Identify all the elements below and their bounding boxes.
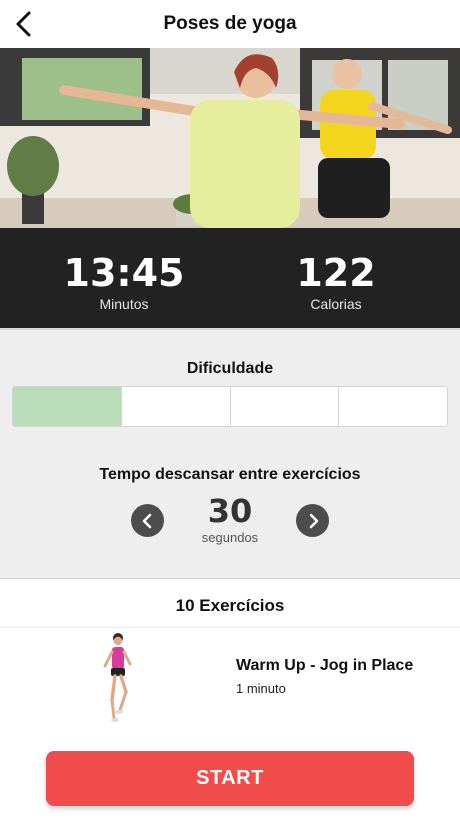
increase-rest-button[interactable] bbox=[296, 504, 329, 537]
difficulty-level-4[interactable] bbox=[339, 387, 447, 426]
difficulty-selector bbox=[12, 386, 448, 427]
rest-time-value: 30 bbox=[207, 492, 253, 530]
workout-settings: Dificuldade Tempo descansar entre exercí… bbox=[0, 328, 460, 578]
decrease-rest-button[interactable] bbox=[131, 504, 164, 537]
chevron-left-icon bbox=[142, 513, 151, 528]
difficulty-title: Dificuldade bbox=[186, 360, 274, 377]
exercises-header: 10 Exercícios bbox=[0, 578, 460, 628]
calories-label: Calorias bbox=[310, 296, 362, 312]
workout-stats: 13:45 Minutos 122 Calorias bbox=[0, 228, 460, 328]
difficulty-level-2[interactable] bbox=[121, 387, 231, 426]
duration-stat: 13:45 Minutos bbox=[24, 252, 224, 312]
rest-time-unit: segundos bbox=[201, 530, 259, 545]
difficulty-level-3[interactable] bbox=[230, 387, 340, 426]
start-button-label: START bbox=[196, 767, 264, 789]
chevron-right-icon bbox=[309, 513, 318, 528]
exercise-duration: 1 minuto bbox=[236, 681, 286, 696]
calories-value: 122 bbox=[296, 251, 376, 295]
exercises-count: 10 Exercícios bbox=[175, 596, 285, 615]
duration-label: Minutos bbox=[99, 296, 149, 312]
exercise-name: Warm Up - Jog in Place bbox=[236, 657, 414, 674]
top-bar: Poses de yoga bbox=[0, 0, 460, 48]
exercise-thumbnail bbox=[103, 633, 132, 722]
rest-time-title: Tempo descansar entre exercícios bbox=[99, 466, 361, 483]
list-item[interactable]: Warm Up - Jog in Place 1 minuto bbox=[0, 628, 460, 728]
start-button[interactable]: START bbox=[46, 751, 414, 806]
difficulty-level-1[interactable] bbox=[13, 387, 122, 426]
page-title: Poses de yoga bbox=[163, 13, 297, 34]
hero-image bbox=[0, 48, 460, 228]
duration-value: 13:45 bbox=[63, 251, 185, 295]
calories-stat: 122 Calorias bbox=[236, 252, 436, 312]
